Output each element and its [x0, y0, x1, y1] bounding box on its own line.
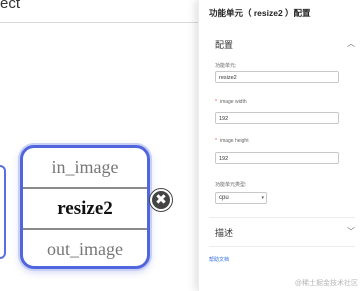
properties-panel: 功能单元（ resize2 ）配置 配置 ︿ 功能单元: resize2 * im…	[198, 0, 361, 291]
image-height-input[interactable]: 192	[215, 152, 339, 164]
chevron-up-icon[interactable]: ︿	[347, 38, 355, 49]
image-height-label: * image height	[215, 138, 249, 144]
node-name: resize2	[23, 187, 147, 230]
help-docs-link[interactable]: 帮助文档	[209, 256, 229, 263]
flow-canvas[interactable]: ect in_image resize2 out_image ✖	[0, 0, 198, 291]
delete-node-icon[interactable]: ✖	[150, 189, 172, 211]
app-window: ect in_image resize2 out_image ✖ 功能单元（ r…	[0, 0, 361, 291]
section-divider	[209, 246, 355, 247]
image-height-label-text: image height	[219, 138, 249, 144]
required-mark: *	[215, 99, 217, 105]
dropdown-arrow-icon: ▾	[261, 195, 264, 201]
image-width-label: * image width	[215, 99, 247, 105]
unit-type-label-text: 功能单元类型:	[215, 182, 247, 188]
unit-name-input[interactable]: resize2	[215, 71, 339, 83]
description-section-label: 描述	[215, 228, 234, 238]
config-section-label: 配置	[215, 40, 234, 50]
watermark: @稀土掘金技术社区	[294, 280, 358, 287]
panel-title: 功能单元（ resize2 ）配置	[209, 8, 311, 18]
section-divider	[209, 217, 355, 218]
canvas-title: ect	[0, 0, 21, 12]
adjacent-node[interactable]	[0, 165, 6, 259]
chevron-down-icon[interactable]: ﹀	[347, 226, 355, 237]
description-section-header[interactable]: 描述 ﹀	[199, 226, 361, 242]
unit-type-value: cpu	[219, 195, 229, 201]
unit-name-label: 功能单元:	[215, 62, 236, 69]
image-width-input[interactable]: 192	[215, 112, 339, 124]
image-width-label-text: image width	[219, 99, 247, 105]
node-output-port[interactable]: out_image	[23, 230, 147, 266]
unit-type-label: 功能单元类型:	[215, 181, 246, 188]
canvas-toolbar: ect	[0, 0, 198, 23]
flow-node-resize2[interactable]: in_image resize2 out_image	[20, 145, 150, 269]
node-input-port[interactable]: in_image	[23, 148, 147, 187]
unit-type-select[interactable]: cpu ▾	[215, 192, 267, 204]
config-section-header[interactable]: 配置 ︿	[199, 38, 361, 54]
required-mark: *	[215, 138, 217, 144]
unit-name-label-text: 功能单元:	[215, 63, 237, 69]
